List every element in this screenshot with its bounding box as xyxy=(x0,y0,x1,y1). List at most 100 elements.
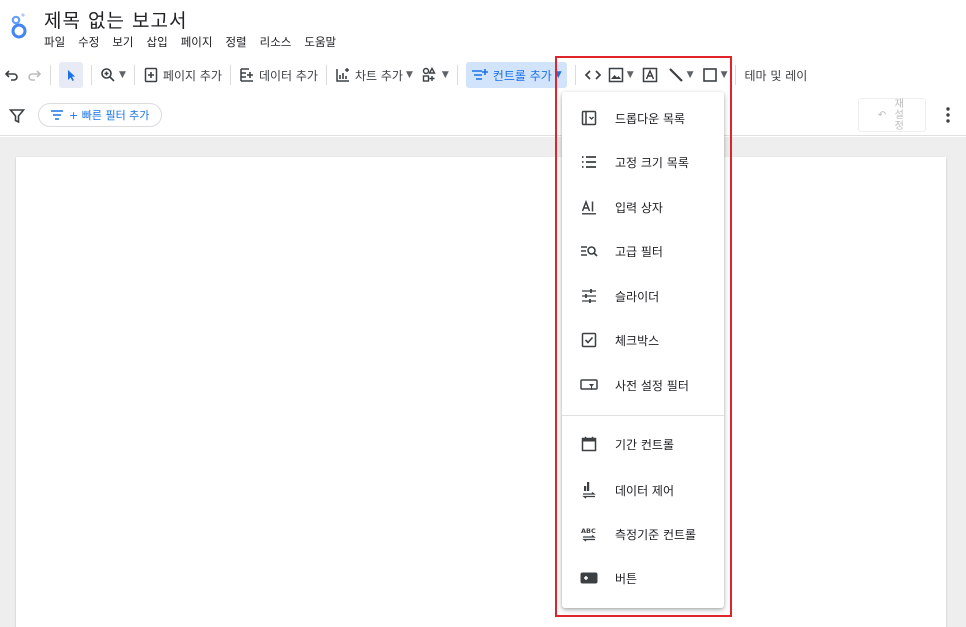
add-data-label: 데이터 추가 xyxy=(258,68,318,83)
add-data-icon xyxy=(240,68,253,82)
zoom-button[interactable]: ▼ xyxy=(100,62,126,88)
menu-item-label: 버튼 xyxy=(615,571,638,586)
menu-insert[interactable]: 삽입 xyxy=(147,34,168,50)
menu-item-label: 데이터 제어 xyxy=(615,483,675,498)
menu-arrange[interactable]: 정렬 xyxy=(225,34,246,50)
redo-button[interactable] xyxy=(26,62,42,88)
image-button[interactable]: ▼ xyxy=(608,62,634,88)
data-control-icon xyxy=(580,481,598,499)
select-tool-button[interactable] xyxy=(59,62,83,88)
filter-icon[interactable] xyxy=(9,108,25,124)
menu-item-label: 측정기준 컨트롤 xyxy=(615,527,697,542)
calendar-icon xyxy=(580,435,598,453)
dimension-control-icon: ABC xyxy=(580,525,598,543)
dropdown-list-icon xyxy=(580,109,598,127)
add-control-button[interactable]: 컨트롤 추가 ▼ xyxy=(465,62,567,88)
menu-resources[interactable]: 리소스 xyxy=(260,34,292,50)
menu-item-label: 기간 컨트롤 xyxy=(615,437,675,452)
menu-item-fixed-size-list[interactable]: 고정 크기 목록 xyxy=(562,142,724,182)
quick-filter-label: + 빠른 필터 추가 xyxy=(69,109,150,122)
workspace xyxy=(0,137,966,627)
theme-layout-button[interactable]: 테마 및 레이 xyxy=(744,62,807,88)
embed-code-button[interactable] xyxy=(584,62,602,88)
code-icon xyxy=(584,70,601,80)
menu-item-dropdown-list[interactable]: 드롭다운 목록 xyxy=(562,98,724,138)
looker-studio-logo-icon[interactable] xyxy=(10,12,28,40)
add-chart-button[interactable]: 차트 추가 ▼ xyxy=(335,62,413,88)
menu-item-dimension-control[interactable]: ABC 측정기준 컨트롤 xyxy=(562,514,724,554)
shape-button[interactable]: ▼ xyxy=(702,62,728,88)
toolbar: ▼ 페이지 추가 데이터 추가 차트 추가 ▼ ▼ 컨트롤 추가 ▼ ▼ ▼ ▼… xyxy=(0,60,966,90)
filter-list-icon xyxy=(51,110,63,120)
menu-item-label: 사전 설정 필터 xyxy=(615,378,689,393)
menu-item-button[interactable]: 버튼 xyxy=(562,558,724,598)
toolbar-divider xyxy=(456,65,458,85)
chevron-down-icon: ▼ xyxy=(720,70,728,80)
add-page-button[interactable]: 페이지 추가 xyxy=(143,62,222,88)
menu-item-date-range-control[interactable]: 기간 컨트롤 xyxy=(562,424,724,464)
add-control-menu: 드롭다운 목록 고정 크기 목록 입력 상자 고급 필터 슬라이더 체크박스 사… xyxy=(562,92,724,608)
chevron-down-icon: ▼ xyxy=(626,70,634,80)
advanced-filter-icon xyxy=(580,242,598,260)
reset-icon: ↶ xyxy=(877,109,887,121)
cursor-arrow-icon xyxy=(68,70,75,81)
menu-edit[interactable]: 수정 xyxy=(78,34,99,50)
add-chart-icon xyxy=(336,68,349,82)
toolbar-divider xyxy=(229,65,231,85)
menu-help[interactable]: 도움말 xyxy=(304,34,336,50)
chevron-down-icon: ▼ xyxy=(686,70,694,80)
theme-layout-label: 테마 및 레이 xyxy=(744,68,808,83)
text-box-icon xyxy=(642,67,657,83)
slider-icon xyxy=(580,287,598,305)
rectangle-icon xyxy=(702,68,717,82)
menu-item-label: 슬라이더 xyxy=(615,289,660,304)
title-bar: 제목 없는 보고서 파일 수정 보기 삽입 페이지 정렬 리소스 도움말 xyxy=(0,0,966,56)
list-icon xyxy=(580,153,598,171)
checkbox-icon xyxy=(580,331,598,349)
report-title[interactable]: 제목 없는 보고서 xyxy=(44,6,187,33)
add-control-label: 컨트롤 추가 xyxy=(492,68,552,83)
menu-item-data-control[interactable]: 데이터 제어 xyxy=(562,470,724,510)
menu-item-label: 입력 상자 xyxy=(615,200,663,215)
menu-item-label: 드롭다운 목록 xyxy=(615,111,686,126)
line-icon xyxy=(668,68,683,82)
zoom-in-icon xyxy=(101,68,115,82)
toolbar-divider xyxy=(574,65,576,85)
undo-button[interactable] xyxy=(4,62,20,88)
community-viz-button[interactable]: ▼ xyxy=(421,62,449,88)
add-quick-filter-button[interactable]: + 빠른 필터 추가 xyxy=(38,103,163,127)
undo-icon xyxy=(4,70,18,81)
button-icon xyxy=(580,569,598,587)
chevron-down-icon: ▼ xyxy=(119,70,126,80)
preset-filter-icon xyxy=(580,376,598,394)
menu-item-advanced-filter[interactable]: 고급 필터 xyxy=(562,231,724,271)
svg-text:ABC: ABC xyxy=(581,527,596,535)
toolbar-divider xyxy=(133,65,135,85)
chevron-down-icon: ▼ xyxy=(441,70,449,80)
line-button[interactable]: ▼ xyxy=(668,62,694,88)
menu-item-preset-filter[interactable]: 사전 설정 필터 xyxy=(562,365,724,405)
add-page-label: 페이지 추가 xyxy=(162,68,222,83)
chevron-down-icon: ▼ xyxy=(405,70,413,80)
toolbar-divider xyxy=(91,65,92,85)
reset-button[interactable]: ↶ 재설정 xyxy=(858,98,926,132)
community-visualization-icon xyxy=(422,67,436,82)
menu-item-checkbox[interactable]: 체크박스 xyxy=(562,320,724,360)
menu-item-slider[interactable]: 슬라이더 xyxy=(562,276,724,316)
report-canvas[interactable] xyxy=(16,157,946,627)
reset-label: 재설정 xyxy=(894,98,904,132)
menu-bar: 파일 수정 보기 삽입 페이지 정렬 리소스 도움말 xyxy=(44,34,349,50)
menu-view[interactable]: 보기 xyxy=(112,34,133,50)
toolbar-divider xyxy=(50,65,51,85)
add-chart-label: 차트 추가 xyxy=(354,68,403,83)
image-icon xyxy=(608,67,623,83)
menu-file[interactable]: 파일 xyxy=(44,34,65,50)
text-button[interactable] xyxy=(642,62,658,88)
menu-item-input-box[interactable]: 입력 상자 xyxy=(562,187,724,227)
filter-bar: + 빠른 필터 추가 ↶ 재설정 xyxy=(0,96,966,136)
add-control-icon xyxy=(471,69,488,80)
menu-page[interactable]: 페이지 xyxy=(181,34,213,50)
add-page-icon xyxy=(144,67,158,83)
add-data-button[interactable]: 데이터 추가 xyxy=(239,62,318,88)
more-vert-icon[interactable] xyxy=(944,106,952,124)
